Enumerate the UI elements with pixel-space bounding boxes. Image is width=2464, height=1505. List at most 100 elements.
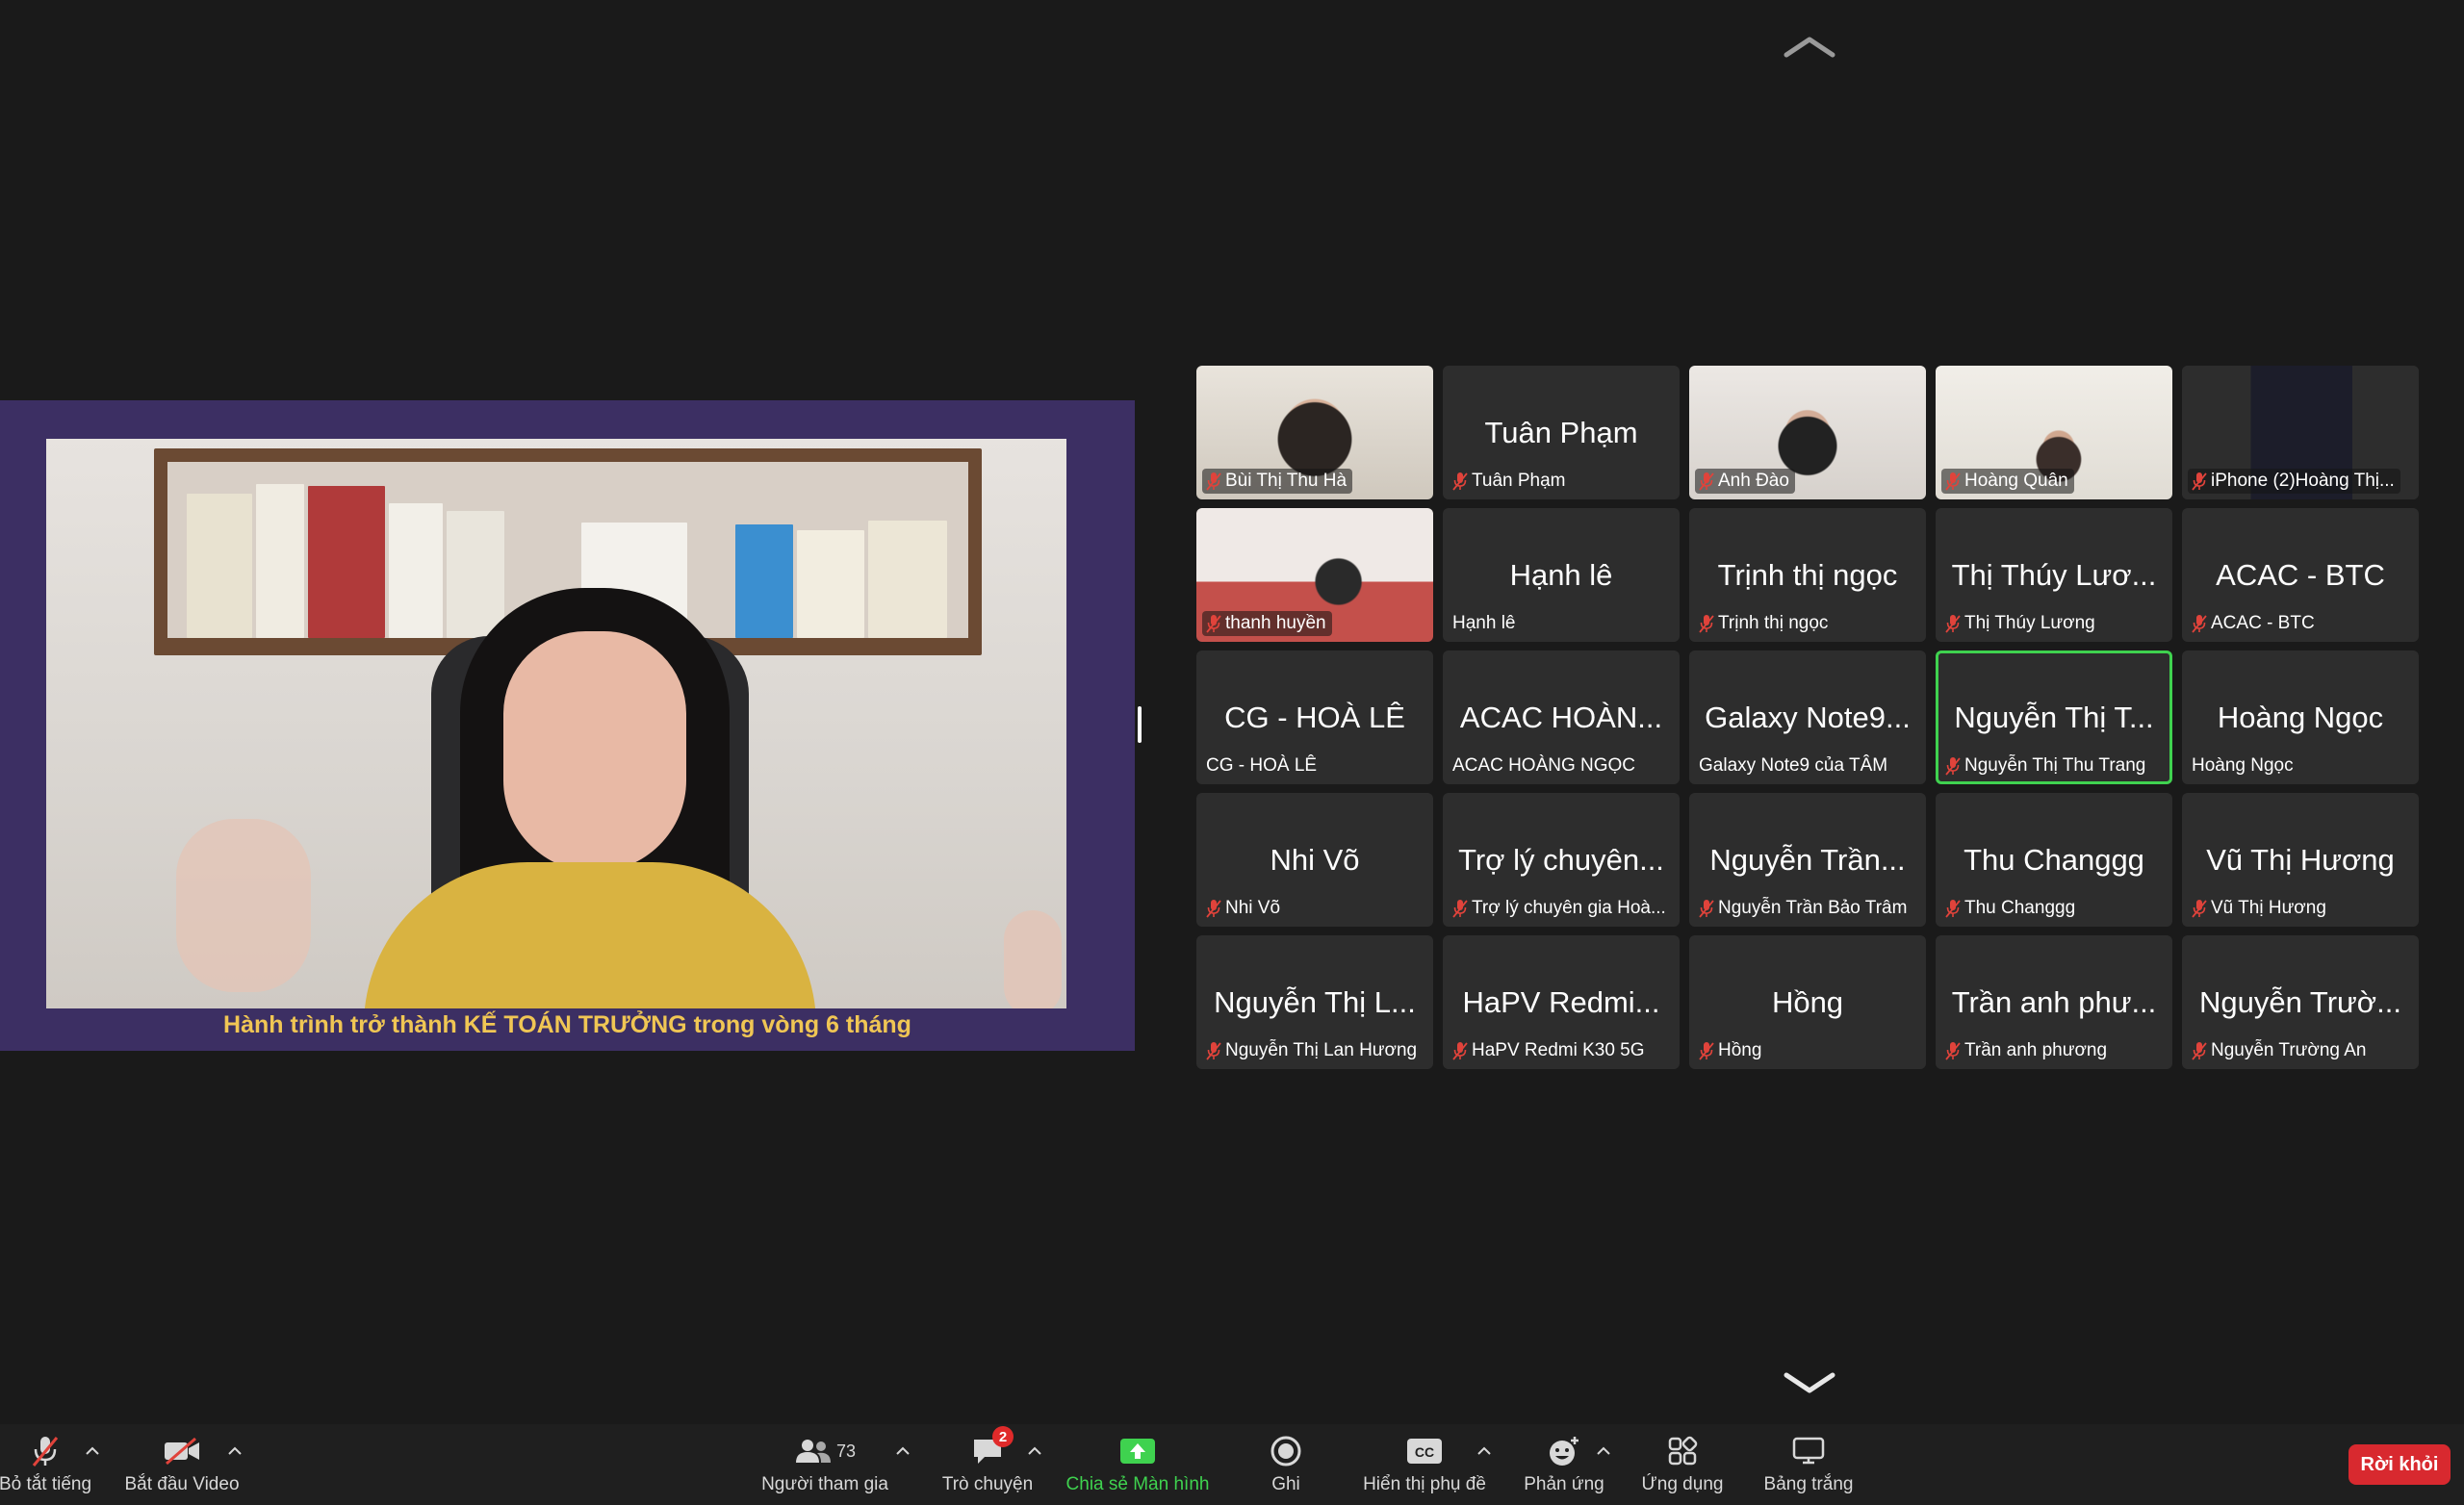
microphone-muted-icon [1452, 1042, 1468, 1060]
captions-options-caret-icon[interactable] [1476, 1445, 1492, 1457]
participant-tile[interactable]: Hồng Hồng [1689, 935, 1926, 1069]
participant-tile[interactable]: Nguyễn Thị L... Nguyễn Thị Lan Hương [1196, 935, 1433, 1069]
gallery-prev-page-chevron-up-icon[interactable] [1783, 33, 1836, 62]
microphone-muted-icon [1452, 472, 1468, 491]
participant-tile[interactable]: Nguyễn Thị T... Nguyễn Thị Thu Trang [1936, 650, 2172, 784]
meeting-stage: Hành trình trở thành KẾ TOÁN TRƯỞNG tron… [0, 0, 2464, 1424]
microphone-muted-icon [1699, 1042, 1714, 1060]
participant-display-name: Hồng [1771, 985, 1844, 1019]
participant-name-label: Nhi Võ [1202, 896, 1286, 921]
microphone-muted-icon [1206, 900, 1221, 918]
participant-tile[interactable]: Trợ lý chuyên... Trợ lý chuyên gia Hoà... [1443, 793, 1680, 927]
participant-tile[interactable]: CG - HOÀ LÊ CG - HOÀ LÊ [1196, 650, 1433, 784]
participant-name: Nguyễn Thị Thu Trang [1964, 755, 2146, 776]
participant-tile[interactable]: Galaxy Note9... Galaxy Note9 của TÂM [1689, 650, 1926, 784]
participant-display-name: HaPV Redmi... [1462, 985, 1660, 1019]
unmute-label: Bỏ tắt tiếng [0, 1474, 92, 1494]
participant-name-label: Nguyễn Trường An [2188, 1038, 2372, 1063]
participant-name: Nguyễn Thị Lan Hương [1225, 1040, 1418, 1060]
microphone-muted-icon [1945, 472, 1961, 491]
participant-tile[interactable]: Vũ Thị Hương Vũ Thị Hương [2182, 793, 2419, 927]
whiteboard-button[interactable]: Bảng trắng [1756, 1432, 1861, 1501]
chat-label: Trò chuyện [941, 1474, 1034, 1494]
chat-unread-badge: 2 [992, 1426, 1014, 1447]
video-camera-off-icon [163, 1432, 201, 1470]
microphone-muted-icon [1206, 472, 1221, 491]
participants-label: Người tham gia [761, 1474, 888, 1494]
participant-tile[interactable]: Thị Thúy Lươ... Thị Thúy Lương [1936, 508, 2172, 642]
participant-tile[interactable]: Nhi Võ Nhi Võ [1196, 793, 1433, 927]
gallery-next-page-chevron-down-icon[interactable] [1783, 1368, 1836, 1397]
participant-name-label: Anh Đào [1695, 469, 1795, 494]
participant-tile[interactable]: Nguyễn Trần... Nguyễn Trần Bảo Trâm [1689, 793, 1926, 927]
participant-display-name: ACAC HOÀN... [1459, 701, 1663, 734]
participant-tile[interactable]: Trịnh thị ngọc Trịnh thị ngọc [1689, 508, 1926, 642]
participant-display-name: ACAC - BTC [2216, 558, 2385, 592]
participant-name-label: Bùi Thị Thu Hà [1202, 469, 1353, 494]
participant-name: Galaxy Note9 của TÂM [1699, 755, 1888, 776]
participant-tile[interactable]: Hạnh lê Hạnh lê [1443, 508, 1680, 642]
reactions-button[interactable]: Phản ứng [1511, 1432, 1617, 1501]
chat-button[interactable]: 2 Trò chuyện [930, 1426, 1045, 1501]
closed-captions-icon: CC [1405, 1432, 1444, 1470]
participant-name: iPhone (2)Hoàng Thị... [2211, 471, 2395, 491]
participant-tile[interactable]: Bùi Thị Thu Hà [1196, 366, 1433, 499]
participant-name-label: ACAC - BTC [2188, 611, 2321, 636]
participant-tile[interactable]: Trần anh phư... Trần anh phương [1936, 935, 2172, 1069]
participant-display-name: Nguyễn Trần... [1709, 843, 1906, 877]
microphone-muted-icon [1206, 615, 1221, 633]
participant-display-name: Nhi Võ [1270, 843, 1360, 877]
participant-tile[interactable]: Anh Đào [1689, 366, 1926, 499]
participant-name: Nhi Võ [1225, 898, 1281, 918]
participant-tile[interactable]: Thu Changgg Thu Changgg [1936, 793, 2172, 927]
share-screen-button[interactable]: Chia sẻ Màn hình [1059, 1432, 1217, 1501]
participant-name-label: Thị Thúy Lương [1941, 611, 2101, 636]
participant-name-label: Galaxy Note9 của TÂM [1695, 753, 1893, 778]
shared-screen-caption: Hành trình trở thành KẾ TOÁN TRƯỞNG tron… [223, 1011, 911, 1038]
audio-options-caret-icon[interactable] [85, 1445, 100, 1457]
participant-name-label: Trần anh phương [1941, 1038, 2113, 1063]
record-label: Ghi [1271, 1474, 1300, 1494]
microphone-muted-icon [2192, 615, 2207, 633]
split-view-resize-handle[interactable] [1138, 706, 1142, 743]
participant-tile[interactable]: Hoàng Ngọc Hoàng Ngọc [2182, 650, 2419, 784]
participant-display-name: Trịnh thị ngọc [1717, 558, 1898, 592]
participant-name-label: Trịnh thị ngọc [1695, 611, 1834, 636]
participant-tile[interactable]: thanh huyền [1196, 508, 1433, 642]
participant-name: Trần anh phương [1964, 1040, 2108, 1060]
unmute-button[interactable]: Bỏ tắt tiếng [0, 1432, 98, 1501]
participant-gallery: Bùi Thị Thu Hà Tuân Phạm Tuân Phạm Anh Đào H… [1196, 366, 2419, 1069]
whiteboard-icon [1791, 1432, 1826, 1470]
record-button[interactable]: Ghi [1247, 1432, 1324, 1501]
participants-options-caret-icon[interactable] [895, 1445, 911, 1457]
leave-meeting-button[interactable]: Rời khỏi [2348, 1444, 2451, 1485]
microphone-muted-icon [1945, 757, 1961, 776]
participant-tile[interactable]: HaPV Redmi... HaPV Redmi K30 5G [1443, 935, 1680, 1069]
show-captions-button[interactable]: CC Hiển thị phụ đề [1357, 1432, 1492, 1501]
participant-name: Thu Changgg [1964, 898, 2076, 918]
chat-options-caret-icon[interactable] [1027, 1445, 1042, 1457]
participant-tile[interactable]: Hoàng Quân [1936, 366, 2172, 499]
participant-tile[interactable]: ACAC HOÀN... ACAC HOÀNG NGỌC [1443, 650, 1680, 784]
participant-name-label: CG - HOÀ LÊ [1202, 753, 1322, 778]
participant-tile[interactable]: iPhone (2)Hoàng Thị... [2182, 366, 2419, 499]
participant-name: Hồng [1718, 1040, 1762, 1060]
participant-tile[interactable]: ACAC - BTC ACAC - BTC [2182, 508, 2419, 642]
video-options-caret-icon[interactable] [227, 1445, 243, 1457]
participant-name-label: Thu Changgg [1941, 896, 2081, 921]
participant-tile[interactable]: Nguyễn Trườ... Nguyễn Trường An [2182, 935, 2419, 1069]
participant-display-name: Thị Thúy Lươ... [1951, 558, 2157, 592]
reactions-options-caret-icon[interactable] [1596, 1445, 1611, 1457]
microphone-muted-icon [1206, 1042, 1221, 1060]
participant-name-label: HaPV Redmi K30 5G [1449, 1038, 1651, 1063]
participant-name: Nguyễn Trần Bảo Trâm [1718, 898, 1908, 918]
participant-display-name: Thu Changgg [1964, 843, 2144, 877]
apps-button[interactable]: Ứng dụng [1632, 1432, 1732, 1501]
participant-display-name: Trần anh phư... [1951, 985, 2157, 1019]
participant-tile[interactable]: Tuân Phạm Tuân Phạm [1443, 366, 1680, 499]
start-video-button[interactable]: Bắt đầu Video [119, 1432, 244, 1501]
microphone-muted-icon [1699, 900, 1714, 918]
share-screen-label: Chia sẻ Màn hình [1065, 1474, 1210, 1494]
participant-name-label: Nguyễn Thị Thu Trang [1941, 753, 2151, 778]
participants-button[interactable]: 73 Người tham gia [753, 1432, 897, 1501]
